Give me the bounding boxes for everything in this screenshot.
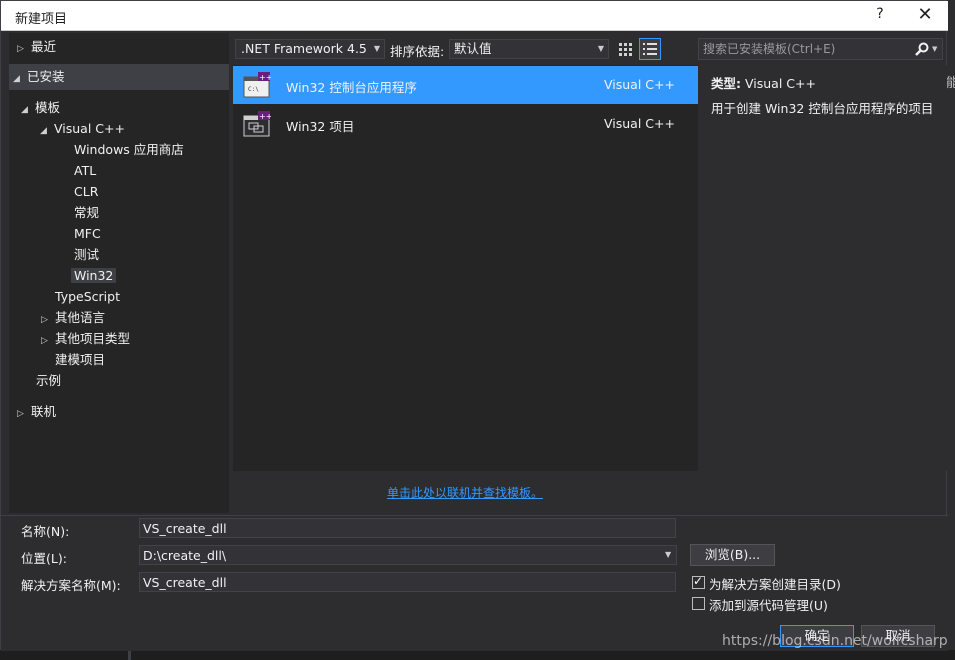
template-language: Visual C++ [604,77,675,92]
name-label: 名称(N): [21,524,70,539]
category-tree: ▷ 最近 ◢ 已安装 ◢ 模板 ◢ Visual C++ Windows 应用商店 AT… [9,33,229,513]
dialog-title: 新建项目 [15,12,68,27]
expand-arrow-icon[interactable]: ▷ [41,331,55,352]
template-search-box: ▼ [698,38,943,60]
tree-item-typescript[interactable]: TypeScript [55,286,120,307]
add-to-source-control-label: 添加到源代码管理(U) [709,598,828,613]
template-list: C:\ ++ Win32 控制台应用程序 Visual C++ ++ Win32… [233,65,698,471]
tree-item-online[interactable]: ▷ 联机 [17,401,56,422]
expand-arrow-icon[interactable]: ▷ [17,404,31,425]
framework-select-value: .NET Framework 4.5 [241,41,367,56]
svg-text:C:\: C:\ [248,86,259,93]
small-icons-view-button[interactable] [614,38,636,60]
tree-item-mfc[interactable]: MFC [74,223,101,244]
tree-item-label: 模板 [35,100,61,115]
location-label: 位置(L): [21,551,67,566]
tree-item-other-project-types[interactable]: ▷ 其他项目类型 [41,328,130,349]
template-info-panel: 类型: Visual C++ 用于创建 Win32 控制台应用程序的项目 [702,65,947,471]
tree-item-label: 已安装 [27,69,65,84]
info-description: 用于创建 Win32 控制台应用程序的项目 [711,101,934,116]
tree-item-windows-store[interactable]: Windows 应用商店 [74,139,184,160]
tree-item-samples[interactable]: 示例 [36,370,61,391]
tree-item-installed[interactable]: ◢ 已安装 [13,66,65,87]
tree-item-visual-cpp[interactable]: ◢ Visual C++ [40,118,125,139]
template-language: Visual C++ [604,116,675,131]
tree-item-label: 其他项目类型 [55,331,131,346]
solution-name-label: 解决方案名称(M): [21,578,121,593]
tree-item-label: Visual C++ [54,121,125,136]
name-field[interactable] [139,518,676,538]
environment-divider [128,650,131,660]
location-field[interactable] [139,545,677,565]
search-icon[interactable] [914,41,930,57]
sort-label: 排序依据: [390,44,445,59]
collapse-arrow-icon[interactable]: ◢ [13,69,27,90]
environment-bottom [0,650,955,660]
template-item-win32-project[interactable]: ++ Win32 项目 Visual C++ [233,105,698,143]
tree-item-modeling-projects[interactable]: 建模项目 [55,349,105,370]
template-name: Win32 控制台应用程序 [286,80,417,95]
chevron-down-icon: ▼ [597,44,604,53]
svg-text:++: ++ [259,112,271,121]
info-type-label: 类型: [711,76,741,91]
collapse-arrow-icon[interactable]: ◢ [21,100,35,121]
sort-select[interactable]: 默认值 ▼ [449,39,609,59]
tree-item-label: 其他语言 [55,310,106,325]
expand-arrow-icon[interactable]: ▷ [17,39,31,60]
tree-item-recent[interactable]: ▷ 最近 [17,36,56,57]
chevron-down-icon: ▼ [373,44,380,53]
watermark: https://blog.csdn.net/wolfcsharp [722,633,948,649]
tree-item-label: Win32 [71,268,117,283]
tree-item-label: 最近 [31,39,57,54]
tree-item-label: 联机 [31,404,57,419]
collapse-arrow-icon[interactable]: ◢ [40,121,54,142]
new-project-dialog: 新建项目 ? ✕ ▷ 最近 ◢ 已安装 ◢ 模板 ◢ Visual C++ Window… [0,0,948,651]
tree-item-clr[interactable]: CLR [74,181,98,202]
grid-view-icon [619,43,632,56]
help-button[interactable]: ? [869,6,891,22]
find-templates-online-link[interactable]: 单击此处以联机并查找模板。 [387,484,543,501]
tree-item-win32[interactable]: Win32 [71,265,117,286]
info-type: 类型: Visual C++ [711,73,816,92]
environment-background [947,0,955,660]
tree-item-other-languages[interactable]: ▷ 其他语言 [41,307,105,328]
title-bar: 新建项目 ? ✕ [1,1,948,31]
sort-select-value: 默认值 [454,41,492,56]
win32-project-icon: ++ [243,111,271,137]
solution-name-field[interactable] [139,572,676,592]
create-directory-checkbox[interactable] [692,574,705,589]
location-dropdown-chevron-icon[interactable]: ▼ [665,550,671,559]
console-app-icon: C:\ ++ [243,72,271,98]
close-button[interactable]: ✕ [913,4,937,25]
template-search-input[interactable] [699,39,909,59]
environment-glyph: 能 [946,76,955,91]
template-name: Win32 项目 [286,119,355,134]
create-directory-label: 为解决方案创建目录(D) [709,577,841,592]
tree-item-atl[interactable]: ATL [74,160,96,181]
template-item-win32-console[interactable]: C:\ ++ Win32 控制台应用程序 Visual C++ [233,66,698,104]
tree-item-general[interactable]: 常规 [74,202,99,223]
info-type-value: Visual C++ [744,76,816,91]
browse-button[interactable]: 浏览(B)... [690,544,775,566]
add-to-source-control-checkbox[interactable] [692,597,705,610]
search-options-chevron-icon[interactable]: ▼ [932,45,937,53]
framework-select[interactable]: .NET Framework 4.5 ▼ [235,39,385,59]
list-view-icon [643,43,657,55]
tree-item-test[interactable]: 测试 [74,244,99,265]
list-view-button[interactable] [639,38,661,60]
svg-text:++: ++ [259,73,271,82]
tree-item-templates[interactable]: ◢ 模板 [21,97,60,118]
